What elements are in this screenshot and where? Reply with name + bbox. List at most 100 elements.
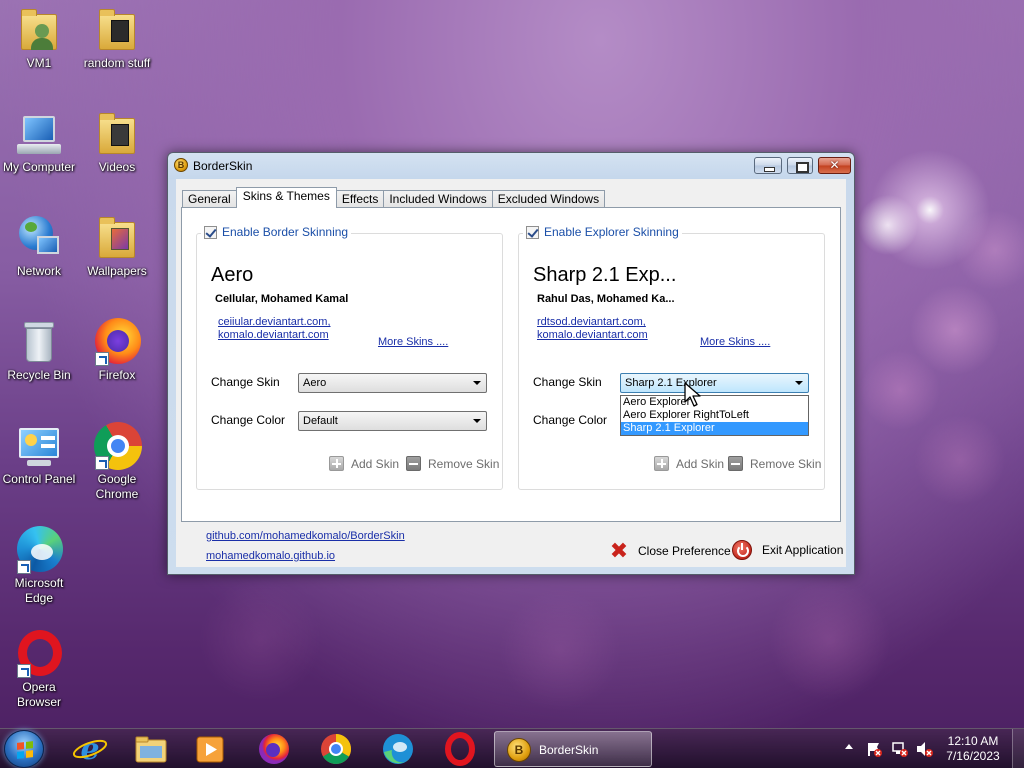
opera-icon [15,630,63,678]
add-skin-button[interactable]: Add Skin [329,456,399,471]
taskbar-opera[interactable] [432,732,488,766]
desktop-icon-videos[interactable]: Videos [78,110,156,175]
enable-explorer-skinning-checkbox[interactable]: Enable Explorer Skinning [523,225,682,239]
dropdown-option-selected[interactable]: Sharp 2.1 Explorer [621,422,808,435]
skin-links: rdtsod.deviantart.com, komalo.deviantart… [537,316,648,342]
chevron-down-icon [795,381,803,385]
taskbar-edge[interactable] [370,732,426,766]
change-color-select[interactable]: Default [298,411,487,431]
github-link[interactable]: github.com/mohamedkomalo/BorderSkin [206,530,405,542]
desktop-icon-vm1[interactable]: VM1 [0,6,78,71]
tab-general[interactable]: General [182,190,237,208]
author-link-1[interactable]: rdtsod.deviantart.com, [537,316,648,329]
change-skin-dropdown-list: Aero Explorer Aero Explorer RightToLeft … [620,395,809,436]
author-link-2[interactable]: komalo.deviantart.com [218,329,331,342]
checkbox-label: Enable Border Skinning [222,225,349,239]
more-skins-link[interactable]: More Skins .... [700,336,770,348]
volume-muted-icon[interactable] [916,741,934,760]
remove-skin-button[interactable]: Remove Skin [728,456,821,471]
more-skins-link[interactable]: More Skins .... [378,336,448,348]
power-icon [732,540,752,560]
maximize-button[interactable] [787,157,813,174]
desktop-icon-label: random stuff [83,56,151,70]
network-status-icon[interactable] [892,741,908,760]
dropdown-option[interactable]: Aero Explorer [621,396,808,409]
desktop-icon-opera[interactable]: Opera Browser [0,630,78,710]
skins-themes-page: Enable Border Skinning Aero CeIlular, Mo… [181,207,841,522]
desktop-icon-label: My Computer [2,160,76,174]
taskbar: e B BorderSkin 12:10 AM 7/16/2023 [0,728,1024,768]
desktop-icon-firefox[interactable]: Firefox [78,318,156,383]
borderskin-app-icon: B [174,158,188,172]
desktop-icon-label: Opera Browser [16,680,61,709]
desktop-icon-label: Control Panel [2,472,76,486]
combo-value: Default [303,415,338,427]
tab-effects[interactable]: Effects [335,190,385,208]
computer-icon [15,110,63,158]
borderskin-app-icon: B [507,738,531,762]
minimize-button[interactable] [754,157,782,174]
title-bar[interactable]: B BorderSkin [168,153,854,179]
change-skin-select[interactable]: Aero [298,373,487,393]
skin-author: Rahul Das, Mohamed Ka... [537,293,675,305]
show-desktop-button[interactable] [1012,729,1024,768]
action-center-flag-icon[interactable] [866,741,882,760]
firefox-icon [259,734,289,764]
desktop-icon-label: Network [16,264,61,278]
desktop-icon-label: Microsoft Edge [14,576,64,605]
close-preference-button[interactable]: ✖ Close Preference [608,540,731,562]
start-button[interactable] [4,730,44,768]
checkbox-checked-icon[interactable] [526,225,539,239]
desktop-icon-my-computer[interactable]: My Computer [0,110,78,175]
taskbar-app-label: BorderSkin [539,743,599,757]
desktop-icon-control-panel[interactable]: Control Panel [0,422,78,487]
desktop-icon-random-stuff[interactable]: random stuff [78,6,156,71]
website-link[interactable]: mohamedkomalo.github.io [206,550,335,562]
taskbar-internet-explorer[interactable]: e [62,732,118,767]
firefox-icon [93,318,141,366]
taskbar-borderskin[interactable]: B BorderSkin [494,731,652,767]
window-client-area: General Skins & Themes Effects Included … [176,179,846,567]
media-player-icon [196,736,224,763]
close-button[interactable] [818,157,851,174]
enable-border-skinning-checkbox[interactable]: Enable Border Skinning [201,225,352,239]
taskbar-chrome[interactable] [308,732,364,766]
plus-icon [329,456,344,471]
chevron-down-icon [473,419,481,423]
tab-excluded-windows[interactable]: Excluded Windows [491,190,606,208]
desktop-icon-google-chrome[interactable]: Google Chrome [78,422,156,502]
minus-icon [728,456,743,471]
taskbar-file-explorer[interactable] [122,732,178,766]
desktop-icon-recycle-bin[interactable]: Recycle Bin [0,318,78,383]
add-skin-button[interactable]: Add Skin [654,456,724,471]
dropdown-option[interactable]: Aero Explorer RightToLeft [621,409,808,422]
change-skin-label: Change Skin [211,375,280,389]
desktop-icon-microsoft-edge[interactable]: Microsoft Edge [0,526,78,606]
desktop-icon-wallpapers[interactable]: Wallpapers [78,214,156,279]
file-explorer-icon [135,736,167,763]
show-hidden-icons-chevron-icon[interactable] [845,744,853,749]
desktop-icon-label: Wallpapers [87,264,147,278]
desktop-icon-label: Recycle Bin [7,368,71,382]
system-clock[interactable]: 12:10 AM 7/16/2023 [940,734,1006,764]
remove-skin-label: Remove Skin [750,456,822,471]
tab-skins-themes[interactable]: Skins & Themes [235,187,337,208]
tab-included-windows[interactable]: Included Windows [383,190,493,208]
taskbar-firefox[interactable] [246,732,302,766]
taskbar-media-player[interactable] [182,732,238,766]
edge-icon [15,526,63,574]
close-x-icon: ✖ [609,538,629,563]
author-link-2[interactable]: komalo.deviantart.com [537,329,648,342]
change-color-label: Change Color [533,413,608,427]
author-link-1[interactable]: ceiiular.deviantart.com, [218,316,331,329]
change-skin-select[interactable]: Sharp 2.1 Explorer [620,373,809,393]
add-skin-label: Add Skin [676,456,725,471]
opera-icon [445,732,475,766]
exit-application-button[interactable]: Exit Application [732,540,843,560]
remove-skin-button[interactable]: Remove Skin [406,456,499,471]
desktop-icon-network[interactable]: Network [0,214,78,279]
clock-time: 12:10 AM [947,734,999,748]
checkbox-checked-icon[interactable] [204,225,217,239]
checkbox-label: Enable Explorer Skinning [544,225,679,239]
videos-folder-icon [93,110,141,158]
